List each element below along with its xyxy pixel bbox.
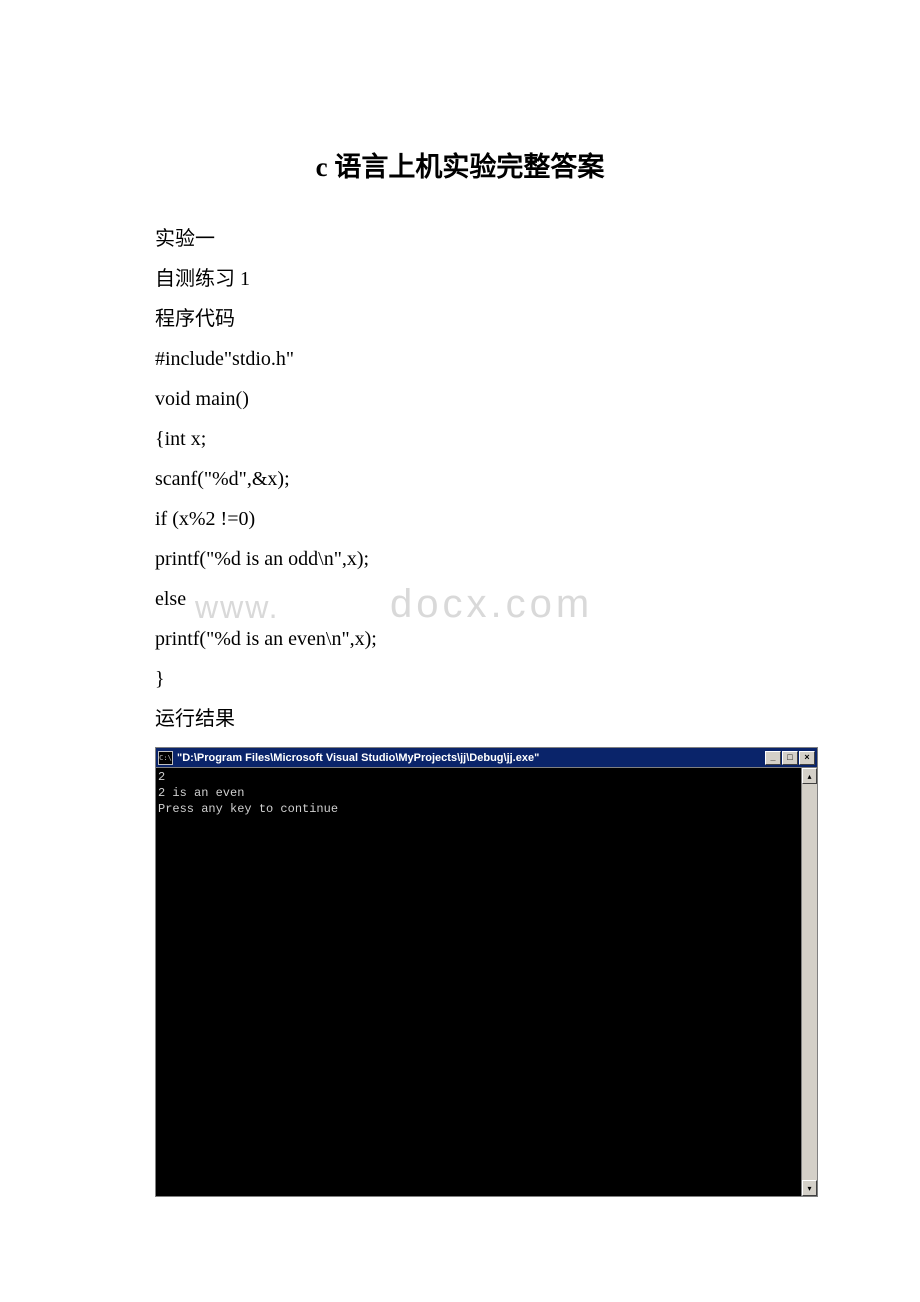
text-line: 自测练习 1 [155, 259, 765, 299]
vertical-scrollbar[interactable]: ▴ ▾ [801, 768, 817, 1196]
cmd-icon: C:\ [158, 751, 173, 765]
text-line: 运行结果 [155, 699, 765, 739]
window-titlebar[interactable]: C:\ "D:\Program Files\Microsoft Visual S… [156, 748, 817, 767]
document-body: 实验一 自测练习 1 程序代码 #include"stdio.h" void m… [155, 219, 765, 739]
code-line: printf("%d is an even\n",x); [155, 619, 765, 659]
page-title: c 语言上机实验完整答案 [155, 145, 765, 184]
close-button[interactable]: × [799, 751, 815, 765]
scroll-up-button[interactable]: ▴ [802, 768, 817, 784]
console-output: 2 2 is an even Press any key to continue [156, 768, 801, 1196]
maximize-button[interactable]: □ [782, 751, 798, 765]
code-line: {int x; [155, 419, 765, 459]
code-line: void main() [155, 379, 765, 419]
code-line: else [155, 579, 765, 619]
scroll-down-button[interactable]: ▾ [802, 1180, 817, 1196]
text-line: 程序代码 [155, 299, 765, 339]
code-line: #include"stdio.h" [155, 339, 765, 379]
minimize-button[interactable]: _ [765, 751, 781, 765]
text-line: 实验一 [155, 219, 765, 259]
code-line: if (x%2 !=0) [155, 499, 765, 539]
code-line: } [155, 659, 765, 699]
console-window: C:\ "D:\Program Files\Microsoft Visual S… [155, 747, 818, 1197]
code-line: printf("%d is an odd\n",x); [155, 539, 765, 579]
window-title: "D:\Program Files\Microsoft Visual Studi… [177, 752, 765, 764]
code-line: scanf("%d",&x); [155, 459, 765, 499]
